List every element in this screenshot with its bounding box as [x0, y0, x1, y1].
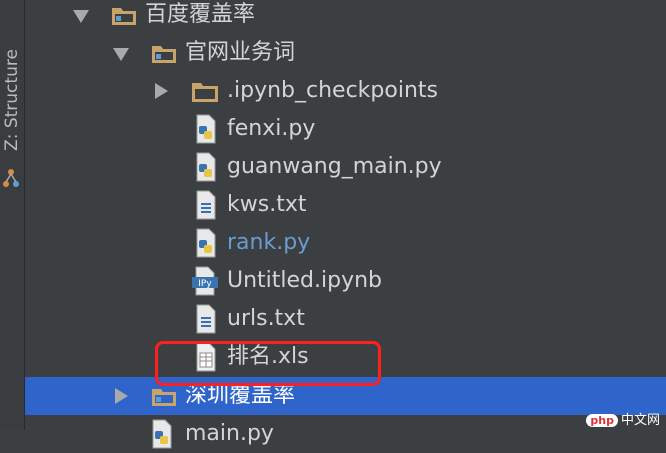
watermark-text: 中文网 — [620, 413, 660, 428]
tree-row-label: Untitled.ipynb — [227, 268, 383, 293]
tree-row-file-guanwang-main[interactable]: guanwang_main.py — [25, 148, 666, 186]
annotation-highlight-box — [155, 341, 381, 386]
tree-row-label: 深圳覆盖率 — [185, 383, 296, 408]
folder-icon — [112, 8, 136, 25]
tree-row-file-main[interactable]: main.py — [25, 415, 666, 453]
tree-row-label: urls.txt — [227, 306, 305, 331]
python-file-icon — [152, 419, 172, 449]
python-file-icon — [196, 114, 216, 144]
structure-tab[interactable]: Z: Structure — [0, 30, 24, 170]
tree-row-label: .ipynb_checkpoints — [227, 78, 438, 103]
tree-row-label: main.py — [185, 421, 274, 446]
tree-row-folder-baidu[interactable]: 百度覆盖率 — [25, 0, 666, 34]
watermark: php 中文网 — [586, 409, 660, 428]
text-file-icon — [196, 190, 216, 220]
tree-row-file-kws[interactable]: kws.txt — [25, 186, 666, 224]
structure-tab-label: Z: Structure — [2, 49, 22, 151]
tree-row-file-urls[interactable]: urls.txt — [25, 300, 666, 338]
tree-row-folder-checkpoints[interactable]: .ipynb_checkpoints — [25, 72, 666, 110]
tree-row-label: guanwang_main.py — [227, 154, 442, 179]
notebook-file-icon: IPy — [192, 266, 218, 296]
tree-row-label: kws.txt — [227, 192, 307, 217]
tree-row-file-untitled[interactable]: IPy Untitled.ipynb — [25, 262, 666, 300]
watermark-badge: php — [586, 414, 618, 427]
tool-window-strip: Z: Structure — [0, 0, 25, 430]
tree-row-label: fenxi.py — [227, 116, 316, 141]
tree-row-file-rank[interactable]: rank.py — [25, 224, 666, 262]
tree-row-label: rank.py — [227, 230, 311, 255]
svg-text:IPy: IPy — [198, 279, 212, 289]
text-file-icon — [196, 304, 216, 334]
structure-icon — [3, 169, 19, 187]
tree-row-file-fenxi[interactable]: fenxi.py — [25, 110, 666, 148]
tree-row-folder-guanwang[interactable]: 官网业务词 — [25, 34, 666, 72]
tree-row-label: 百度覆盖率 — [145, 2, 256, 27]
folder-icon — [192, 83, 218, 102]
python-file-icon — [196, 152, 216, 182]
chevron-down-icon[interactable] — [113, 48, 129, 61]
chevron-down-icon[interactable] — [73, 10, 89, 23]
folder-icon — [152, 46, 176, 63]
tree-row-label: 官网业务词 — [185, 40, 296, 65]
folder-icon — [152, 389, 176, 406]
chevron-right-icon[interactable] — [155, 83, 168, 99]
chevron-right-icon[interactable] — [115, 388, 128, 404]
python-file-icon — [196, 228, 216, 258]
